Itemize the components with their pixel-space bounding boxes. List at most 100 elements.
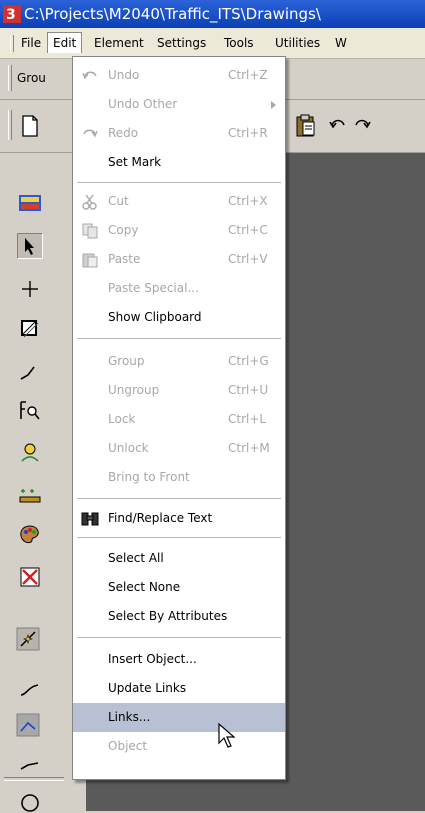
menu-item-group[interactable]: Group Ctrl+G bbox=[73, 347, 285, 376]
menu-item-shortcut: Ctrl+R bbox=[228, 126, 268, 140]
curve-tool-icon[interactable] bbox=[18, 677, 42, 701]
menu-item-label: Unlock bbox=[108, 441, 149, 455]
menu-window[interactable]: W bbox=[330, 33, 352, 53]
place-smartline-icon[interactable] bbox=[18, 277, 42, 301]
menu-item-select-none[interactable]: Select None bbox=[73, 573, 285, 602]
menu-item-shortcut: Ctrl+L bbox=[228, 412, 267, 426]
element-selection-tool[interactable] bbox=[17, 233, 43, 259]
menu-separator bbox=[77, 498, 281, 499]
menu-item-ungroup[interactable]: Ungroup Ctrl+U bbox=[73, 376, 285, 405]
paste-icon bbox=[82, 253, 98, 268]
menu-edit[interactable]: Edit bbox=[47, 32, 83, 53]
menu-tools[interactable]: Tools bbox=[219, 33, 259, 53]
undo-icon bbox=[82, 71, 97, 80]
new-file-icon[interactable] bbox=[20, 115, 40, 137]
paste-icon[interactable] bbox=[295, 114, 317, 138]
level-manager-icon[interactable] bbox=[18, 191, 42, 215]
menu-item-label: Undo bbox=[108, 68, 140, 82]
microstation-app-icon[interactable]: 3 bbox=[3, 5, 21, 23]
menu-separator bbox=[77, 637, 281, 638]
pattern-tool-icon[interactable] bbox=[16, 713, 40, 737]
menu-item-links[interactable]: Links... bbox=[73, 703, 285, 732]
dimension-tool-icon[interactable] bbox=[18, 483, 42, 507]
menu-item-shortcut: Ctrl+C bbox=[228, 223, 268, 237]
menu-item-select-by-attributes[interactable]: Select By Attributes bbox=[73, 602, 285, 631]
menu-item-label: Paste Special... bbox=[108, 281, 199, 295]
menu-item-label: Lock bbox=[108, 412, 136, 426]
menu-item-label: Update Links bbox=[108, 681, 187, 695]
menu-element[interactable]: Element bbox=[89, 33, 149, 53]
delete-element-icon[interactable] bbox=[18, 565, 42, 589]
menu-item-object[interactable]: Object bbox=[73, 732, 285, 761]
color-palette-icon[interactable] bbox=[18, 523, 42, 547]
toolbar-grip[interactable] bbox=[8, 110, 12, 140]
scissors-icon bbox=[82, 194, 97, 210]
fence-tool-icon[interactable] bbox=[18, 317, 42, 341]
menu-item-copy[interactable]: Copy Ctrl+C bbox=[73, 216, 285, 245]
menu-item-find-replace-text[interactable]: Find/Replace Text bbox=[73, 504, 285, 533]
menu-item-show-clipboard[interactable]: Show Clipboard bbox=[73, 303, 285, 332]
menu-item-label: Redo bbox=[108, 126, 139, 140]
snap-mode-icon[interactable] bbox=[16, 627, 40, 651]
place-cell-icon[interactable] bbox=[18, 441, 42, 465]
menu-item-label: Bring to Front bbox=[108, 470, 190, 484]
menu-item-insert-object[interactable]: Insert Object... bbox=[73, 645, 285, 674]
menu-item-select-all[interactable]: Select All bbox=[73, 544, 285, 573]
menu-item-shortcut: Ctrl+Z bbox=[228, 68, 268, 82]
circle-tool-icon[interactable] bbox=[18, 789, 42, 813]
mouse-cursor-icon bbox=[218, 723, 236, 748]
pointer-arrow-icon bbox=[25, 238, 34, 255]
menu-item-lock[interactable]: Lock Ctrl+L bbox=[73, 405, 285, 434]
svg-text:3: 3 bbox=[6, 7, 16, 23]
menu-item-label: Links... bbox=[108, 710, 151, 724]
menu-item-paste[interactable]: Paste Ctrl+V bbox=[73, 245, 285, 274]
menu-item-label: Insert Object... bbox=[108, 652, 197, 666]
redo-icon bbox=[83, 129, 98, 138]
palette-separator bbox=[4, 777, 64, 781]
menu-item-label: Undo Other bbox=[108, 97, 178, 111]
menu-bar: File Edit Element Settings Tools Utiliti… bbox=[0, 28, 425, 59]
menu-item-bring-to-front[interactable]: Bring to Front bbox=[73, 463, 285, 492]
menu-item-unlock[interactable]: Unlock Ctrl+M bbox=[73, 434, 285, 463]
menu-item-paste-special[interactable]: Paste Special... bbox=[73, 274, 285, 303]
menu-item-label: Object bbox=[108, 739, 148, 753]
menu-item-label: Copy bbox=[108, 223, 139, 237]
title-bar: 3 C:\Projects\M2040\Traffic_ITS\Drawings… bbox=[0, 0, 425, 28]
menu-separator bbox=[77, 182, 281, 183]
menu-item-cut[interactable]: Cut Ctrl+X bbox=[73, 187, 285, 216]
menu-item-undo[interactable]: Undo Ctrl+Z bbox=[73, 61, 285, 90]
window-title: C:\Projects\M2040\Traffic_ITS\Drawings\ bbox=[24, 5, 321, 23]
menu-item-label: Select All bbox=[108, 551, 164, 565]
menu-item-label: Find/Replace Text bbox=[108, 511, 213, 525]
menu-separator bbox=[77, 338, 281, 339]
place-line-icon[interactable] bbox=[18, 359, 42, 383]
menubar-grip[interactable] bbox=[10, 35, 14, 52]
redo-icon[interactable] bbox=[352, 117, 372, 135]
binoculars-icon bbox=[81, 512, 99, 526]
menu-item-shortcut: Ctrl+M bbox=[228, 441, 270, 455]
undo-icon[interactable] bbox=[328, 117, 348, 135]
copy-icon bbox=[82, 223, 98, 239]
menu-item-label: Ungroup bbox=[108, 383, 160, 397]
menu-item-shortcut: Ctrl+U bbox=[228, 383, 269, 397]
toolbar-grip[interactable] bbox=[8, 65, 12, 91]
menu-item-set-mark[interactable]: Set Mark bbox=[73, 148, 285, 177]
line-style-icon[interactable] bbox=[18, 753, 42, 777]
edit-menu-dropdown: Undo Ctrl+Z Undo Other Redo Ctrl+R Set M… bbox=[72, 56, 286, 780]
menu-utilities[interactable]: Utilities bbox=[270, 33, 325, 53]
menu-item-shortcut: Ctrl+X bbox=[228, 194, 268, 208]
menu-item-label: Cut bbox=[108, 194, 129, 208]
menu-item-label: Set Mark bbox=[108, 155, 162, 169]
menu-item-redo[interactable]: Redo Ctrl+R bbox=[73, 119, 285, 148]
menu-item-shortcut: Ctrl+V bbox=[228, 252, 268, 266]
menu-item-update-links[interactable]: Update Links bbox=[73, 674, 285, 703]
group-label: Grou bbox=[17, 71, 46, 85]
measure-tool-icon[interactable] bbox=[18, 399, 42, 423]
menu-settings[interactable]: Settings bbox=[152, 33, 211, 53]
menu-item-label: Show Clipboard bbox=[108, 310, 202, 324]
menu-file[interactable]: File bbox=[16, 33, 46, 53]
menu-item-label: Paste bbox=[108, 252, 141, 266]
menu-item-undo-other[interactable]: Undo Other bbox=[73, 90, 285, 119]
submenu-arrow-icon bbox=[271, 101, 276, 109]
menu-item-label: Select None bbox=[108, 580, 181, 594]
